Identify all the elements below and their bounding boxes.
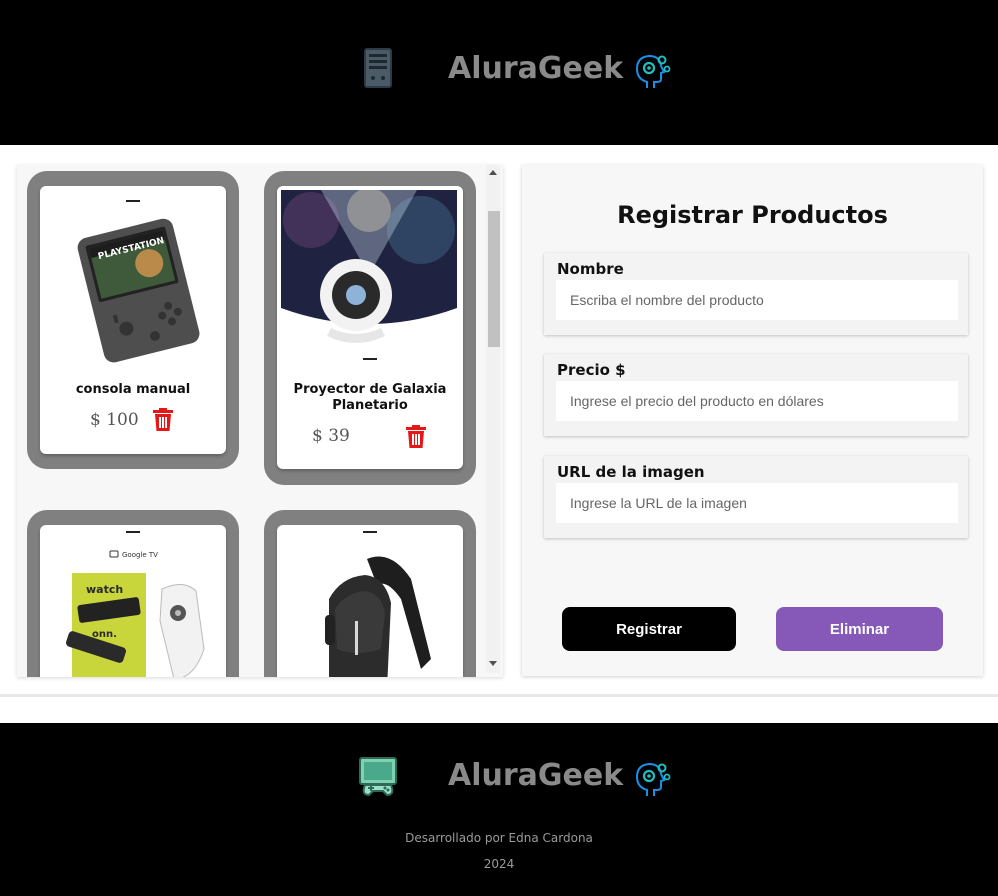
product-card: PLAYSTATION consola manual $ 100 — [27, 171, 239, 469]
product-image — [281, 529, 457, 677]
product-price: $ 100 — [90, 410, 139, 430]
galaxy-projector-image — [281, 190, 457, 366]
site-footer: AluraGeek Desarrollado por Edna Cardona … — [0, 723, 998, 896]
head-gears-icon — [635, 762, 671, 796]
svg-text:Google TV: Google TV — [122, 551, 158, 559]
product-image — [281, 190, 457, 366]
product-list-scrollbar[interactable] — [486, 165, 500, 673]
product-list-panel[interactable]: PLAYSTATION consola manual $ 100 Proyect… — [17, 165, 503, 677]
price-field-group: Precio $ — [544, 354, 968, 436]
product-card-body — [277, 525, 463, 677]
name-field-label: Nombre — [557, 260, 624, 278]
product-card — [264, 510, 476, 677]
scroll-down-arrow-icon[interactable] — [489, 661, 497, 666]
product-card-body: Proyector de Galaxia Planetario $ 39 — [277, 186, 463, 469]
footer-brand-title: AluraGeek — [448, 758, 624, 793]
product-name: Proyector de Galaxia Planetario — [293, 382, 447, 413]
image-url-input[interactable] — [556, 483, 958, 523]
brand-title: AluraGeek — [448, 51, 624, 86]
gamepad-icon — [359, 757, 397, 797]
product-price: $ 39 — [312, 426, 350, 446]
product-card-body: Google TV watch onn. — [40, 525, 226, 677]
delete-button[interactable]: Eliminar — [776, 607, 943, 651]
register-button[interactable]: Registrar — [562, 607, 736, 651]
site-header: AluraGeek — [0, 0, 998, 145]
price-field-label: Precio $ — [557, 361, 626, 379]
streaming-stick-image: Google TV watch onn. — [44, 529, 220, 677]
server-tower-icon — [364, 48, 392, 88]
developer-credit: Desarrollado por Edna Cardona — [405, 831, 593, 845]
box-watch-text: watch — [86, 583, 123, 596]
product-name: consola manual — [75, 382, 191, 397]
product-card: Google TV watch onn. — [27, 510, 239, 677]
image-url-field-group: URL de la imagen — [544, 456, 968, 538]
image-url-field-label: URL de la imagen — [557, 463, 705, 481]
main-content: PLAYSTATION consola manual $ 100 Proyect… — [0, 145, 998, 697]
form-title: Registrar Productos — [617, 201, 888, 229]
product-card: Proyector de Galaxia Planetario $ 39 — [264, 171, 476, 485]
head-gears-icon — [635, 54, 671, 88]
sling-backpack-image — [281, 529, 457, 677]
footer-year: 2024 — [483, 857, 515, 871]
trash-icon[interactable] — [405, 425, 427, 449]
register-product-form: Registrar Productos Nombre Precio $ URL … — [522, 165, 983, 676]
scroll-up-arrow-icon[interactable] — [489, 170, 497, 175]
price-input[interactable] — [556, 381, 958, 421]
handheld-console-image: PLAYSTATION — [44, 190, 220, 366]
name-field-group: Nombre — [544, 253, 968, 335]
product-card-body: PLAYSTATION consola manual $ 100 — [40, 186, 226, 454]
scrollbar-thumb[interactable] — [488, 211, 500, 347]
svg-text:onn.: onn. — [92, 629, 117, 640]
name-input[interactable] — [556, 280, 958, 320]
trash-icon[interactable] — [152, 408, 174, 432]
product-image: PLAYSTATION — [44, 190, 220, 366]
product-image: Google TV watch onn. — [44, 529, 220, 677]
